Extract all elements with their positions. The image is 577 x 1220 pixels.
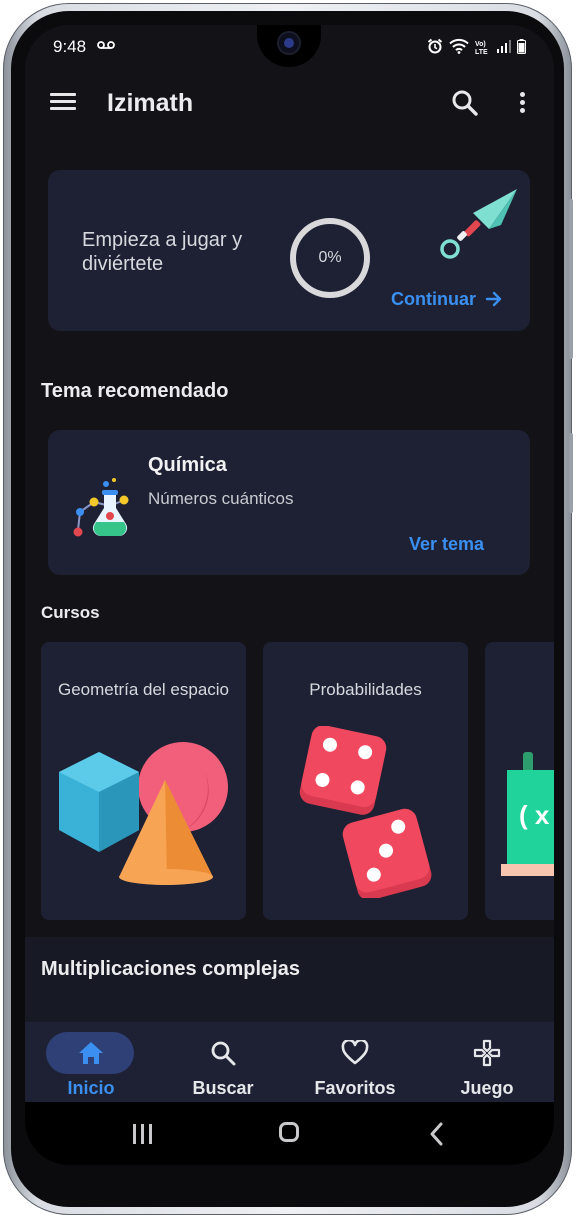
kunai-icon <box>433 185 529 274</box>
lte-label: Vo) LTE <box>475 40 488 56</box>
system-navigation-bar <box>25 1102 554 1165</box>
recent-apps-icon[interactable] <box>133 1124 155 1144</box>
recommended-topic-card[interactable]: Química Números cuánticos Ver tema <box>48 430 530 575</box>
screen: 9:48 Vo) LTE Izimath Empieza a jugar y d… <box>25 25 554 1165</box>
progress-message: Empieza a jugar y diviértete <box>82 229 243 275</box>
progress-percent: 0% <box>318 249 342 266</box>
back-icon[interactable] <box>429 1122 443 1151</box>
home-button-icon[interactable] <box>279 1122 299 1142</box>
nav-label: Favoritos <box>314 1078 396 1098</box>
geometry-shapes-icon <box>55 742 233 892</box>
arrow-right-icon[interactable] <box>484 289 504 314</box>
progress-ring: 0% <box>290 218 370 298</box>
heart-icon <box>289 1038 421 1068</box>
topic-subtitle: Números cuánticos <box>148 489 294 508</box>
wifi-icon <box>449 38 469 59</box>
board-text: ( x <box>519 800 550 830</box>
battery-icon <box>517 38 526 59</box>
nav-item-buscar[interactable]: Buscar <box>157 1022 289 1102</box>
home-icon <box>25 1038 157 1068</box>
search-icon <box>157 1038 289 1068</box>
course-card-geometry[interactable]: Geometría del espacio <box>41 642 246 920</box>
signal-icon <box>497 39 511 58</box>
bottom-navigation: Inicio Buscar Favoritos Juego <box>25 1022 554 1102</box>
course-title: Probabilidades <box>309 680 422 699</box>
course-card-probability[interactable]: Probabilidades <box>263 642 468 920</box>
progress-card: Empieza a jugar y diviértete 0% Continua… <box>48 170 530 331</box>
nav-label: Buscar <box>192 1078 254 1098</box>
more-options-icon[interactable] <box>519 89 527 117</box>
section-title-courses: Cursos <box>41 603 100 622</box>
menu-icon[interactable] <box>50 93 76 111</box>
app-title: Izimath <box>107 89 194 117</box>
status-icons: Vo) LTE <box>427 38 526 59</box>
front-camera <box>277 31 301 55</box>
status-time: 9:48 <box>53 37 87 56</box>
continue-button[interactable]: Continuar <box>391 289 476 310</box>
nav-label: Juego <box>460 1078 514 1098</box>
section-title-multiplications: Multiplicaciones complejas <box>41 958 300 980</box>
chemistry-flask-icon <box>66 476 132 547</box>
topic-title: Química <box>148 454 227 476</box>
nav-item-inicio[interactable]: Inicio <box>25 1022 157 1102</box>
course-card-algebra[interactable]: ( x <box>485 642 554 920</box>
alarm-icon <box>427 38 443 59</box>
nav-item-favoritos[interactable]: Favoritos <box>289 1022 421 1102</box>
status-bar: 9:48 Vo) LTE <box>25 25 554 69</box>
course-title: Geometría del espacio <box>57 680 230 699</box>
nav-label: Inicio <box>67 1078 115 1098</box>
nav-item-juego[interactable]: Juego <box>421 1022 553 1102</box>
side-button <box>569 199 573 359</box>
view-topic-button[interactable]: Ver tema <box>409 534 484 555</box>
dice-icon <box>299 725 435 903</box>
section-title-recommended: Tema recomendado <box>41 380 229 402</box>
side-button <box>569 433 573 513</box>
voicemail-icon <box>97 37 115 53</box>
gamepad-icon <box>421 1038 553 1068</box>
search-icon[interactable] <box>451 89 479 117</box>
chalkboard-icon: ( x <box>501 752 554 882</box>
app-bar: Izimath <box>25 75 554 131</box>
